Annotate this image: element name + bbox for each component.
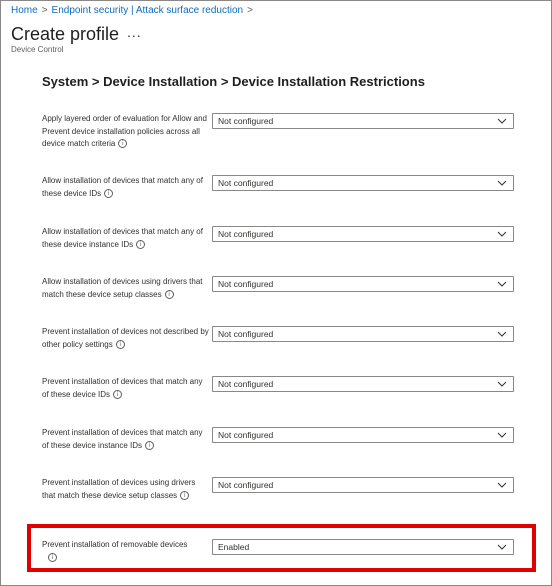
dropdown-value: Not configured: [218, 480, 274, 490]
setting-label: Allow installation of devices that match…: [42, 227, 203, 249]
breadcrumb-home-link[interactable]: Home: [11, 5, 38, 16]
setting-dropdown[interactable]: Not configured: [212, 376, 514, 392]
info-icon[interactable]: i: [115, 339, 125, 349]
chevron-down-icon: [497, 180, 507, 186]
more-options-button[interactable]: ...: [127, 24, 142, 40]
info-icon[interactable]: i: [145, 440, 155, 450]
info-icon[interactable]: i: [113, 389, 123, 399]
dropdown-value: Not configured: [218, 116, 274, 126]
chevron-down-icon: [497, 331, 507, 337]
dropdown-value: Not configured: [218, 178, 274, 188]
info-icon[interactable]: i: [180, 490, 190, 500]
info-icon[interactable]: i: [118, 139, 128, 149]
info-icon[interactable]: i: [164, 289, 174, 299]
section-title: System > Device Installation > Device In…: [42, 74, 425, 89]
setting-label: Prevent installation of devices not desc…: [42, 327, 209, 349]
setting-label: Apply layered order of evaluation for Al…: [42, 114, 207, 149]
page-title: Create profile: [11, 24, 120, 44]
setting-label: Prevent installation of devices that mat…: [42, 377, 203, 399]
chevron-down-icon: [497, 381, 507, 387]
setting-label: Prevent installation of devices using dr…: [42, 478, 196, 500]
chevron-down-icon: [497, 432, 507, 438]
info-icon[interactable]: i: [104, 188, 114, 198]
chevron-down-icon: [497, 118, 507, 124]
info-icon[interactable]: i: [136, 239, 146, 249]
setting-dropdown[interactable]: Not configured: [212, 427, 514, 443]
breadcrumb-asr-link[interactable]: Endpoint security | Attack surface reduc…: [52, 5, 244, 16]
dropdown-value: Not configured: [218, 279, 274, 289]
setting-dropdown[interactable]: Not configured: [212, 326, 514, 342]
setting-dropdown[interactable]: Not configured: [212, 477, 514, 493]
setting-dropdown[interactable]: Not configured: [212, 226, 514, 242]
chevron-down-icon: [497, 482, 507, 488]
breadcrumb: Home > Endpoint security | Attack surface …: [11, 5, 257, 16]
setting-dropdown[interactable]: Not configured: [212, 175, 514, 191]
setting-label: Allow installation of devices using driv…: [42, 277, 203, 299]
chevron-down-icon: [497, 281, 507, 287]
dropdown-value: Not configured: [218, 329, 274, 339]
page-subtitle: Device Control: [11, 45, 64, 54]
dropdown-value: Not configured: [218, 379, 274, 389]
setting-label: Allow installation of devices that match…: [42, 176, 203, 198]
chevron-down-icon: [497, 231, 507, 237]
setting-dropdown[interactable]: Not configured: [212, 113, 514, 129]
breadcrumb-separator: >: [41, 5, 48, 16]
dropdown-value: Not configured: [218, 430, 274, 440]
breadcrumb-separator: >: [247, 5, 253, 16]
setting-label: Prevent installation of devices that mat…: [42, 428, 203, 450]
setting-dropdown[interactable]: Not configured: [212, 276, 514, 292]
highlight-box: [27, 524, 536, 572]
dropdown-value: Not configured: [218, 229, 274, 239]
